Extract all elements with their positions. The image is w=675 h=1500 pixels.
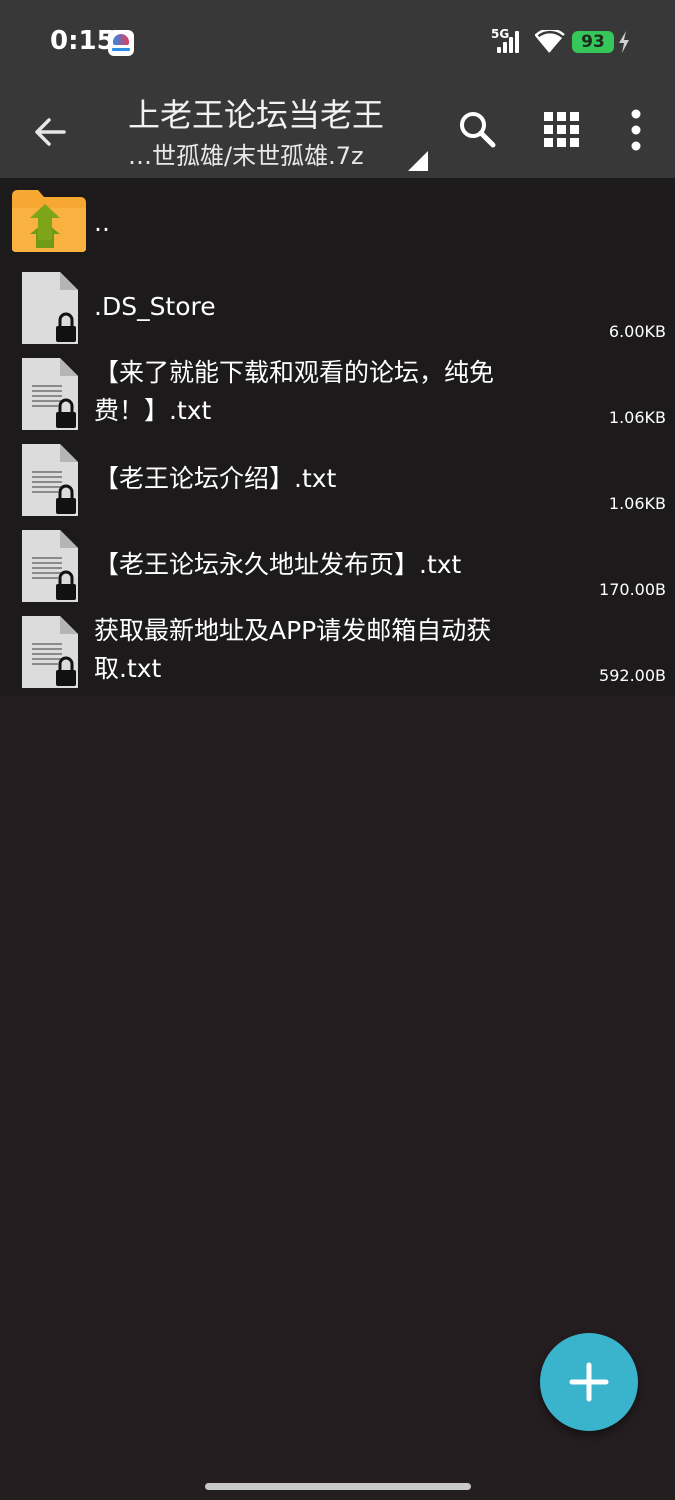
- file-name: 【老王论坛介绍】.txt: [94, 464, 337, 493]
- archive-title: 上老王论坛当老王: [128, 96, 385, 134]
- file-name: .DS_Store: [94, 292, 216, 321]
- status-bar: 0:15 5G 93: [0, 0, 675, 88]
- add-button[interactable]: [540, 1333, 638, 1431]
- locked-text-file-icon: [22, 530, 78, 602]
- app-toolbar: 上老王论坛当老王 …世孤雄/末世孤雄.7z: [0, 88, 675, 178]
- file-name: ..: [94, 208, 110, 237]
- home-indicator[interactable]: [205, 1483, 471, 1490]
- list-item-parent-folder[interactable]: ..: [0, 178, 675, 264]
- wifi-icon: [535, 30, 565, 53]
- search-icon[interactable]: [456, 108, 500, 152]
- locked-text-file-icon: [22, 616, 78, 688]
- file-name: 【来了就能下载和观看的论坛，纯免费！】.txt: [94, 358, 495, 425]
- file-size: 592.00B: [599, 666, 666, 685]
- file-name: 【老王论坛永久地址发布页】.txt: [94, 550, 462, 579]
- file-name: 获取最新地址及APP请发邮箱自动获取.txt: [94, 616, 492, 683]
- status-time: 0:15: [50, 26, 115, 56]
- locked-file-icon: [22, 272, 78, 344]
- more-options-icon[interactable]: [622, 108, 650, 152]
- list-item-file[interactable]: 【来了就能下载和观看的论坛，纯免费！】.txt 1.06KB: [0, 350, 675, 436]
- battery-indicator: 93: [572, 31, 614, 53]
- list-item-file[interactable]: .DS_Store 6.00KB: [0, 264, 675, 350]
- file-size: 1.06KB: [608, 494, 666, 513]
- archive-path[interactable]: …世孤雄/末世孤雄.7z: [128, 136, 364, 171]
- file-size: 1.06KB: [608, 408, 666, 427]
- file-size: 6.00KB: [608, 322, 666, 341]
- list-item-file[interactable]: 获取最新地址及APP请发邮箱自动获取.txt 592.00B: [0, 608, 675, 694]
- app-notification-icon: [108, 30, 134, 56]
- file-size: 170.00B: [599, 580, 666, 599]
- folder-up-icon: [12, 190, 86, 252]
- dropdown-corner-icon[interactable]: [408, 151, 428, 171]
- back-arrow-icon[interactable]: [30, 112, 70, 152]
- plus-icon: [569, 1362, 609, 1402]
- grid-view-icon[interactable]: [542, 110, 582, 150]
- locked-text-file-icon: [22, 358, 78, 430]
- list-item-file[interactable]: 【老王论坛永久地址发布页】.txt 170.00B: [0, 522, 675, 608]
- charging-icon: [619, 31, 629, 53]
- status-indicators: 5G 93: [491, 27, 631, 58]
- list-item-file[interactable]: 【老王论坛介绍】.txt 1.06KB: [0, 436, 675, 522]
- file-list: .. .DS_Store 6.00KB 【来了就能下载和观看的论坛，纯免费！】.…: [0, 178, 675, 696]
- locked-text-file-icon: [22, 444, 78, 516]
- signal-icon: [497, 31, 521, 53]
